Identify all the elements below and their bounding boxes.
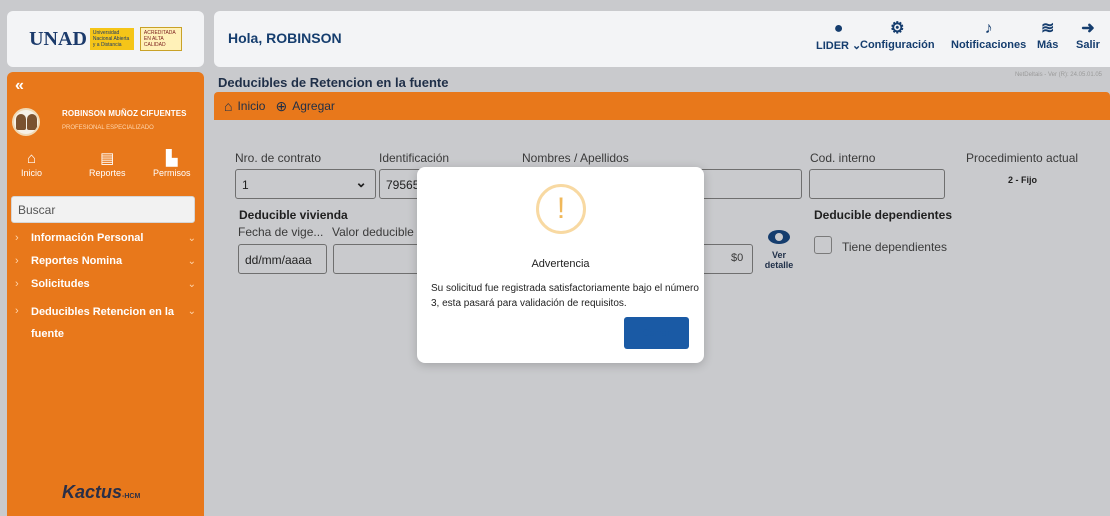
warning-icon: ! bbox=[536, 184, 586, 234]
home-icon: ⌂ bbox=[224, 98, 233, 114]
view-detail-button[interactable]: Ver detalle bbox=[764, 230, 794, 270]
nav-label: LIDER ⌄ bbox=[816, 40, 862, 52]
sidebar-item-label: Reportes Nomina bbox=[31, 255, 123, 267]
contract-select[interactable]: 1 bbox=[235, 169, 376, 199]
eye-icon bbox=[768, 230, 790, 244]
nav-mas[interactable]: ≋ Más bbox=[1037, 19, 1058, 51]
brand-suffix: -HCM bbox=[122, 493, 141, 500]
sidebar-item-label: Deducibles Retencion en la fuente bbox=[31, 306, 175, 340]
sidebar-item-deducibles[interactable]: › Deducibles Retencion en la fuente ⌄ bbox=[7, 301, 204, 345]
has-dependents-label: Tiene dependientes bbox=[842, 240, 947, 254]
user-name: ROBINSON MUÑOZ CIFUENTES bbox=[62, 109, 187, 118]
user-icon: ● bbox=[833, 20, 844, 37]
chevron-right-icon: › bbox=[15, 305, 19, 317]
id-label: Identificación bbox=[379, 151, 450, 165]
shortcut-label: Inicio bbox=[21, 168, 43, 178]
sidebar-item-informacion-personal[interactable]: › Información Personal ⌄ bbox=[7, 232, 204, 245]
home-icon: ⌂ bbox=[26, 150, 37, 167]
total-value: $0 bbox=[731, 252, 744, 264]
procedure-value: 2 - Fijo bbox=[1008, 175, 1037, 185]
sidebar-item-solicitudes[interactable]: › Solicitudes ⌄ bbox=[7, 278, 204, 291]
logo-panel: UNAD Universidad Nacional Abierta y a Di… bbox=[7, 11, 204, 67]
logo-tagline: Universidad Nacional Abierta y a Distanc… bbox=[89, 28, 134, 50]
internal-code-label: Cod. interno bbox=[810, 151, 876, 165]
action-label: Inicio bbox=[237, 99, 266, 113]
has-dependents-checkbox[interactable] bbox=[814, 236, 832, 254]
door-icon: ▙ bbox=[165, 150, 178, 167]
logo-letters: UNAD bbox=[29, 27, 87, 50]
chevron-down-icon: ⌄ bbox=[187, 279, 196, 290]
document-icon: ▤ bbox=[100, 150, 115, 167]
nav-salir[interactable]: ➜ Salir bbox=[1076, 19, 1100, 51]
dependents-heading: Deducible dependientes bbox=[814, 208, 953, 222]
nav-notificaciones[interactable]: ♪ Notificaciones bbox=[951, 19, 1026, 51]
kactus-logo: Kactus-HCM bbox=[62, 482, 140, 503]
validity-date-field[interactable]: dd/mm/aaaa bbox=[238, 244, 327, 274]
nav-label: Configuración bbox=[860, 39, 935, 51]
internal-code-field[interactable] bbox=[809, 169, 945, 199]
plus-circle-icon: ⊕ bbox=[275, 97, 288, 114]
warning-dialog: ! Advertencia Su solicitud fue registrad… bbox=[417, 167, 704, 363]
shortcut-inicio[interactable]: ⌂ Inicio bbox=[21, 150, 42, 178]
sidebar-item-label: Solicitudes bbox=[31, 278, 90, 290]
collapse-sidebar-button[interactable]: « bbox=[15, 77, 24, 95]
sidebar: « ROBINSON MUÑOZ CIFUENTES PROFESIONAL E… bbox=[7, 72, 204, 516]
chevron-down-icon: ⌄ bbox=[187, 306, 196, 317]
action-bar: ⌂ Inicio ⊕ Agregar bbox=[214, 92, 1110, 120]
page-title: Deducibles de Retencion en la fuente bbox=[218, 75, 449, 90]
deductible-value-label: Valor deducible bbox=[332, 225, 414, 239]
chevron-right-icon: › bbox=[15, 232, 19, 244]
avatar bbox=[12, 108, 40, 136]
shortcut-label: Reportes bbox=[89, 168, 126, 178]
layers-icon: ≋ bbox=[1041, 20, 1055, 37]
validity-label: Fecha de vige... bbox=[238, 225, 324, 239]
inicio-action[interactable]: ⌂ Inicio bbox=[224, 98, 265, 114]
sidebar-menu: › Información Personal ⌄ › Reportes Nomi… bbox=[7, 232, 204, 355]
brand-name: Kactus bbox=[62, 482, 123, 502]
greeting: Hola, ROBINSON bbox=[228, 30, 342, 46]
nav-lider[interactable]: ● LIDER ⌄ bbox=[816, 19, 861, 52]
nav-label: Notificaciones bbox=[951, 39, 1027, 51]
procedure-label: Procedimiento actual bbox=[966, 151, 1079, 165]
bell-icon: ♪ bbox=[984, 20, 993, 37]
dialog-message: Su solicitud fue registrada satisfactori… bbox=[431, 283, 699, 309]
sidebar-search-input[interactable]: Buscar bbox=[11, 196, 195, 223]
unad-logo: UNAD Universidad Nacional Abierta y a Di… bbox=[29, 27, 182, 51]
action-label: Agregar bbox=[292, 99, 335, 113]
chevron-right-icon: › bbox=[15, 255, 19, 267]
nav-label: Más bbox=[1037, 39, 1059, 51]
chevron-down-icon: ⌄ bbox=[187, 256, 196, 267]
agregar-action[interactable]: ⊕ Agregar bbox=[275, 98, 334, 115]
shortcut-reportes[interactable]: ▤ Reportes bbox=[89, 150, 126, 178]
sidebar-item-reportes-nomina[interactable]: › Reportes Nomina ⌄ bbox=[7, 255, 204, 268]
chevron-down-icon: ⌄ bbox=[187, 233, 196, 244]
shortcut-permisos[interactable]: ▙ Permisos bbox=[153, 150, 191, 178]
close-button[interactable]: Cerrar bbox=[624, 317, 689, 349]
logo-accreditation: ACREDITADA EN ALTA CALIDAD bbox=[139, 27, 182, 51]
sidebar-item-label: Información Personal bbox=[31, 232, 144, 244]
housing-heading: Deducible vivienda bbox=[239, 208, 348, 222]
logout-icon: ➜ bbox=[1081, 20, 1095, 37]
gear-icon: ⚙ bbox=[890, 20, 905, 37]
shortcut-label: Permisos bbox=[153, 168, 191, 178]
user-role: PROFESIONAL ESPECIALIZADO bbox=[62, 125, 154, 131]
names-label: Nombres / Apellidos bbox=[522, 151, 629, 165]
version-label: NetDeltais - Ver (R): 24.05.01.05 bbox=[1014, 72, 1102, 78]
dialog-title: Advertencia bbox=[531, 258, 590, 270]
chevron-right-icon: › bbox=[15, 278, 19, 290]
nav-label: Salir bbox=[1076, 39, 1100, 51]
view-detail-label: Ver detalle bbox=[764, 250, 794, 270]
nav-configuracion[interactable]: ⚙ Configuración bbox=[860, 19, 935, 51]
contract-label: Nro. de contrato bbox=[235, 151, 322, 165]
top-header: Hola, ROBINSON ● LIDER ⌄ ⚙ Configuración… bbox=[214, 11, 1110, 67]
